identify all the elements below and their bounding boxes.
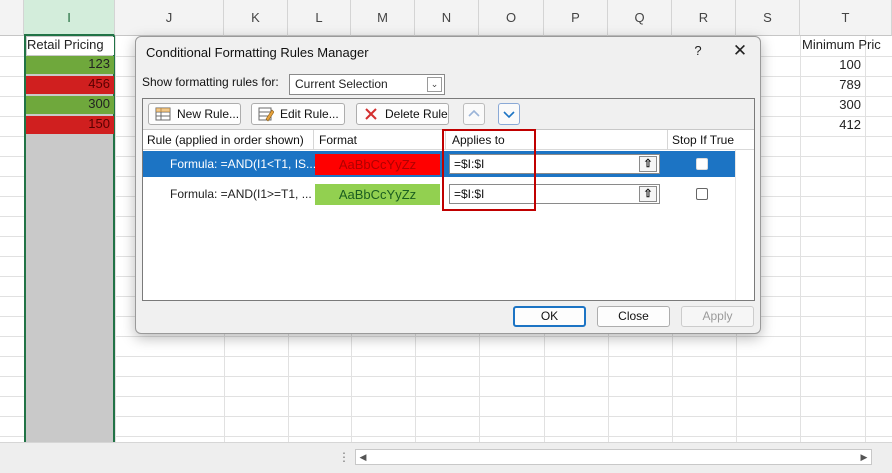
chevron-down-icon [503,111,515,119]
show-rules-value: Current Selection [295,77,388,91]
format-preview: AaBbCcYyZz [315,154,440,175]
row-gridline [0,436,892,437]
column-stop-header: Stop If True [672,133,735,147]
column-header-h[interactable] [0,0,24,36]
column-format-header: Format [319,133,358,147]
rules-panel: New Rule... Edit Rule... Delete Rule Rul… [142,98,755,301]
delete-rule-button[interactable]: Delete Rule [356,103,449,125]
row-gridline [0,376,892,377]
column-header-k[interactable]: K [224,0,288,36]
new-rule-icon [155,107,171,121]
rule-row[interactable]: Formula: =AND(I1<T1, IS... AaBbCcYyZz =$… [143,151,735,177]
cell-i4[interactable]: 300 [26,96,114,114]
sheet-tab-splitter[interactable]: ⋮ [338,450,350,464]
rule-row[interactable]: Formula: =AND(I1>=T1, ... AaBbCcYyZz =$I… [143,181,735,207]
delete-icon [365,108,377,120]
applies-to-highlight-box [442,129,536,211]
column-gridline [865,36,866,442]
column-header-o[interactable]: O [479,0,544,36]
row-gridline [0,336,892,337]
column-header-n[interactable]: N [415,0,479,36]
column-header-i[interactable]: I [24,0,115,36]
column-header-j[interactable]: J [115,0,224,36]
cell-i3[interactable]: 456 [26,76,114,94]
row-gridline [0,356,892,357]
apply-button[interactable]: Apply [681,306,754,327]
help-icon[interactable]: ? [688,41,708,61]
show-rules-dropdown[interactable]: Current Selection ⌄ [289,74,445,95]
format-preview: AaBbCcYyZz [315,184,440,205]
new-rule-label: New Rule... [177,107,240,121]
column-gridline [115,36,116,442]
edit-rule-label: Edit Rule... [280,107,339,121]
cell-i2[interactable]: 123 [26,56,114,74]
column-header-r[interactable]: R [672,0,736,36]
header-divider [313,130,314,150]
scroll-left-icon[interactable]: ◀ [356,450,370,464]
header-divider [667,130,668,150]
scroll-right-icon[interactable]: ▶ [857,450,871,464]
cell-t4[interactable]: 300 [800,97,865,115]
collapse-range-icon[interactable]: ⇧ [639,186,657,202]
rules-manager-dialog: Conditional Formatting Rules Manager ? ✕… [135,36,761,334]
row-gridline [0,396,892,397]
column-rule-header: Rule (applied in order shown) [147,133,304,147]
column-header-q[interactable]: Q [608,0,672,36]
column-header-p[interactable]: P [544,0,608,36]
edit-rule-button[interactable]: Edit Rule... [251,103,345,125]
edit-rule-icon [258,107,274,122]
show-rules-label: Show formatting rules for: [142,75,279,89]
column-header-s[interactable]: S [736,0,800,36]
column-header-l[interactable]: L [288,0,351,36]
close-icon[interactable]: ✕ [730,41,750,61]
chevron-down-icon[interactable]: ⌄ [427,77,442,92]
move-down-button[interactable] [498,103,520,125]
rules-toolbar: New Rule... Edit Rule... Delete Rule [143,99,754,130]
cell-t5[interactable]: 412 [800,117,865,135]
cell-t3[interactable]: 789 [800,77,865,95]
close-button[interactable]: Close [597,306,670,327]
column-header-m[interactable]: M [351,0,415,36]
dialog-title: Conditional Formatting Rules Manager [146,45,369,60]
rule-description: Formula: =AND(I1<T1, IS... [170,157,317,171]
row-gridline [0,416,892,417]
cell-t2[interactable]: 100 [800,57,865,75]
new-rule-button[interactable]: New Rule... [148,103,241,125]
move-up-button[interactable] [463,103,485,125]
collapse-range-icon[interactable]: ⇧ [639,156,657,172]
delete-rule-label: Delete Rule [385,107,448,121]
ok-button[interactable]: OK [513,306,586,327]
cell-i1[interactable]: Retail Pricing [27,37,114,55]
horizontal-scrollbar[interactable]: ◀ ▶ [355,449,872,465]
stop-if-true-checkbox[interactable] [696,158,708,170]
stop-if-true-checkbox[interactable] [696,188,708,200]
rule-description: Formula: =AND(I1>=T1, ... [170,187,312,201]
rules-vertical-scrollbar[interactable] [735,150,754,300]
cell-t1[interactable]: Minimum Pric [802,37,892,55]
chevron-up-icon [468,109,480,117]
column-header-t[interactable]: T [800,0,892,36]
cell-i5[interactable]: 150 [26,116,114,134]
